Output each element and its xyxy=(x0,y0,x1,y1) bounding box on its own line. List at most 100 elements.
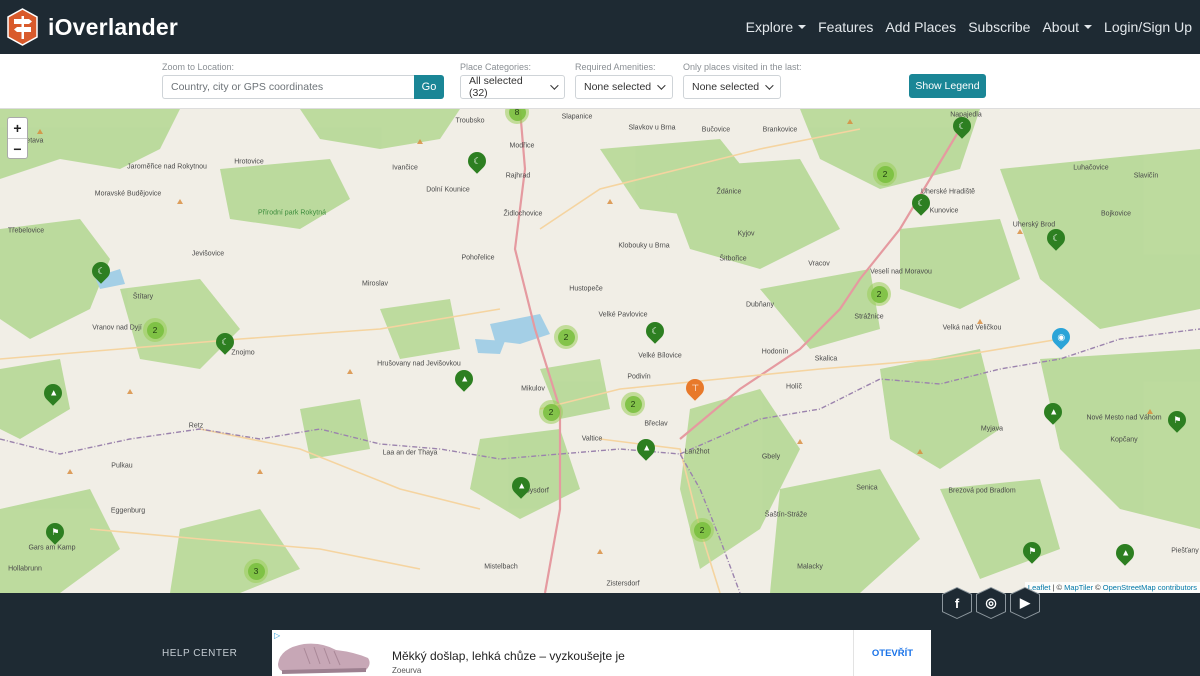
flag-icon: ⚑ xyxy=(1027,545,1037,556)
amenities-value: None selected xyxy=(584,81,652,93)
facebook-link[interactable]: f xyxy=(942,587,972,619)
show-legend-button[interactable]: Show Legend xyxy=(909,74,986,98)
place-label: Hrotovice xyxy=(234,158,264,166)
map-base-layer xyxy=(0,109,1200,593)
nav-login-signup[interactable]: Login/Sign Up xyxy=(1104,19,1192,35)
brand-link[interactable]: iOverlander xyxy=(6,8,178,46)
place-label: Šitbořice xyxy=(719,255,747,263)
go-button[interactable]: Go xyxy=(414,75,444,99)
place-label: Velké Pavlovice xyxy=(598,311,648,319)
categories-value: All selected (32) xyxy=(469,75,523,99)
nav-subscribe[interactable]: Subscribe xyxy=(968,19,1030,35)
place-label: Mikulov xyxy=(521,385,545,393)
cluster-count: 8 xyxy=(508,109,526,121)
nav-about-label: About xyxy=(1042,19,1080,35)
place-label: Štítary xyxy=(132,293,154,301)
place-label: Hodonín xyxy=(761,348,789,356)
place-label: Třebelovice xyxy=(7,227,45,235)
visited-dropdown[interactable]: None selected xyxy=(683,75,781,99)
instagram-icon: ◎ xyxy=(977,588,1005,618)
place-label: Luhačovice xyxy=(1073,164,1109,172)
visited-value: None selected xyxy=(692,81,760,93)
place-label: Hrušovany nad Jevišovkou xyxy=(377,360,461,368)
nav-add-places[interactable]: Add Places xyxy=(885,19,956,35)
moon-icon: ☾ xyxy=(220,336,230,347)
youtube-link[interactable]: ▶ xyxy=(1010,587,1040,619)
chevron-down-icon xyxy=(550,81,559,90)
map-cluster[interactable]: 2 xyxy=(621,392,645,416)
place-label: Miroslav xyxy=(361,280,389,288)
cluster-count: 2 xyxy=(146,321,164,339)
place-label: Retz xyxy=(188,422,204,430)
place-label: Dolní Kounice xyxy=(426,186,470,194)
help-center-heading: HELP CENTER xyxy=(162,648,238,659)
nav-login-label: Login/Sign Up xyxy=(1104,19,1192,35)
place-label: Pulkau xyxy=(111,462,133,470)
categories-dropdown[interactable]: All selected (32) xyxy=(460,75,565,99)
map-cluster[interactable]: 2 xyxy=(539,400,563,424)
place-label: Modřice xyxy=(509,142,535,150)
footer: f ◎ ▶ HELP CENTER ▷ Měkký došlap, lehká … xyxy=(0,587,1200,676)
zoom-out-button[interactable]: − xyxy=(8,138,27,158)
place-label: Dubňany xyxy=(745,301,775,309)
place-label: Laa an der Thaya xyxy=(382,449,438,457)
place-label: Malacky xyxy=(797,563,823,571)
place-label: Brezová pod Bradlom xyxy=(948,487,1016,495)
place-label: Vracov xyxy=(808,260,830,268)
map-cluster[interactable]: 2 xyxy=(873,162,897,186)
map-cluster[interactable]: 2 xyxy=(867,282,891,306)
place-label: Klobouky u Brna xyxy=(618,242,670,250)
place-label: Pohořelice xyxy=(461,254,495,262)
chevron-down-icon xyxy=(657,81,666,90)
map-canvas[interactable]: Želetava Troubsko Slapanice Slavkov u Br… xyxy=(0,109,1200,593)
cluster-count: 3 xyxy=(247,562,265,580)
cluster-count: 2 xyxy=(624,395,642,413)
tent-icon: ▲ xyxy=(459,373,469,384)
water-tap-icon: ⊤ xyxy=(691,382,699,393)
moon-icon: ☾ xyxy=(916,197,926,208)
map-cluster[interactable]: 3 xyxy=(244,559,268,583)
nav-explore-label: Explore xyxy=(745,19,794,35)
place-label: Kyjov xyxy=(737,230,755,238)
nav-explore[interactable]: Explore xyxy=(745,19,807,35)
location-search-input[interactable] xyxy=(162,75,414,99)
ad-open-button[interactable]: OTEVŘÍT xyxy=(853,630,931,676)
map-cluster[interactable]: 2 xyxy=(690,518,714,542)
attribution-separator: | © xyxy=(1050,583,1065,592)
flag-icon: ⚑ xyxy=(50,526,60,537)
place-label: Mistelbach xyxy=(484,563,518,571)
facebook-icon: f xyxy=(943,588,971,618)
nav-features[interactable]: Features xyxy=(818,19,873,35)
categories-filter: Place Categories: All selected (32) xyxy=(460,62,565,99)
amenities-dropdown[interactable]: None selected xyxy=(575,75,673,99)
place-label: Slavičín xyxy=(1133,172,1159,180)
maptiler-link[interactable]: MapTiler xyxy=(1064,583,1093,592)
place-label: Ivančice xyxy=(392,164,418,172)
map-cluster[interactable]: 2 xyxy=(143,318,167,342)
place-label: Židlochovice xyxy=(503,210,543,218)
tent-icon: ▲ xyxy=(516,480,526,491)
map-cluster[interactable]: 2 xyxy=(554,325,578,349)
nav-features-label: Features xyxy=(818,19,874,35)
nav-about[interactable]: About xyxy=(1042,19,1093,35)
place-label: Bojkovice xyxy=(1101,210,1131,218)
moon-icon: ☾ xyxy=(96,265,106,276)
osm-link[interactable]: OpenStreetMap contributors xyxy=(1103,583,1197,592)
zoom-in-button[interactable]: + xyxy=(8,118,27,138)
moon-icon: ☾ xyxy=(650,325,660,336)
instagram-link[interactable]: ◎ xyxy=(976,587,1006,619)
place-label: Znojmo xyxy=(231,349,255,357)
tent-icon: ▲ xyxy=(1048,406,1058,417)
place-label: Šaštín-Stráže xyxy=(764,511,808,519)
signpost-icon xyxy=(7,8,38,46)
filter-bar: Zoom to Location: Go Place Categories: A… xyxy=(0,54,1200,109)
place-label: Rajhrad xyxy=(505,172,531,180)
place-label: Podivín xyxy=(627,373,651,381)
place-label: Hollabrunn xyxy=(8,565,42,573)
place-label: Ždánice xyxy=(716,188,742,196)
place-label: Moravské Budějovice xyxy=(94,190,162,198)
advertisement-banner[interactable]: ▷ Měkký došlap, lehká chůze – vyzkoušejt… xyxy=(272,630,931,676)
attribution-separator: © xyxy=(1093,583,1103,592)
place-label: Jevišovice xyxy=(191,250,225,258)
place-label: Uherský Brod xyxy=(1012,221,1056,229)
